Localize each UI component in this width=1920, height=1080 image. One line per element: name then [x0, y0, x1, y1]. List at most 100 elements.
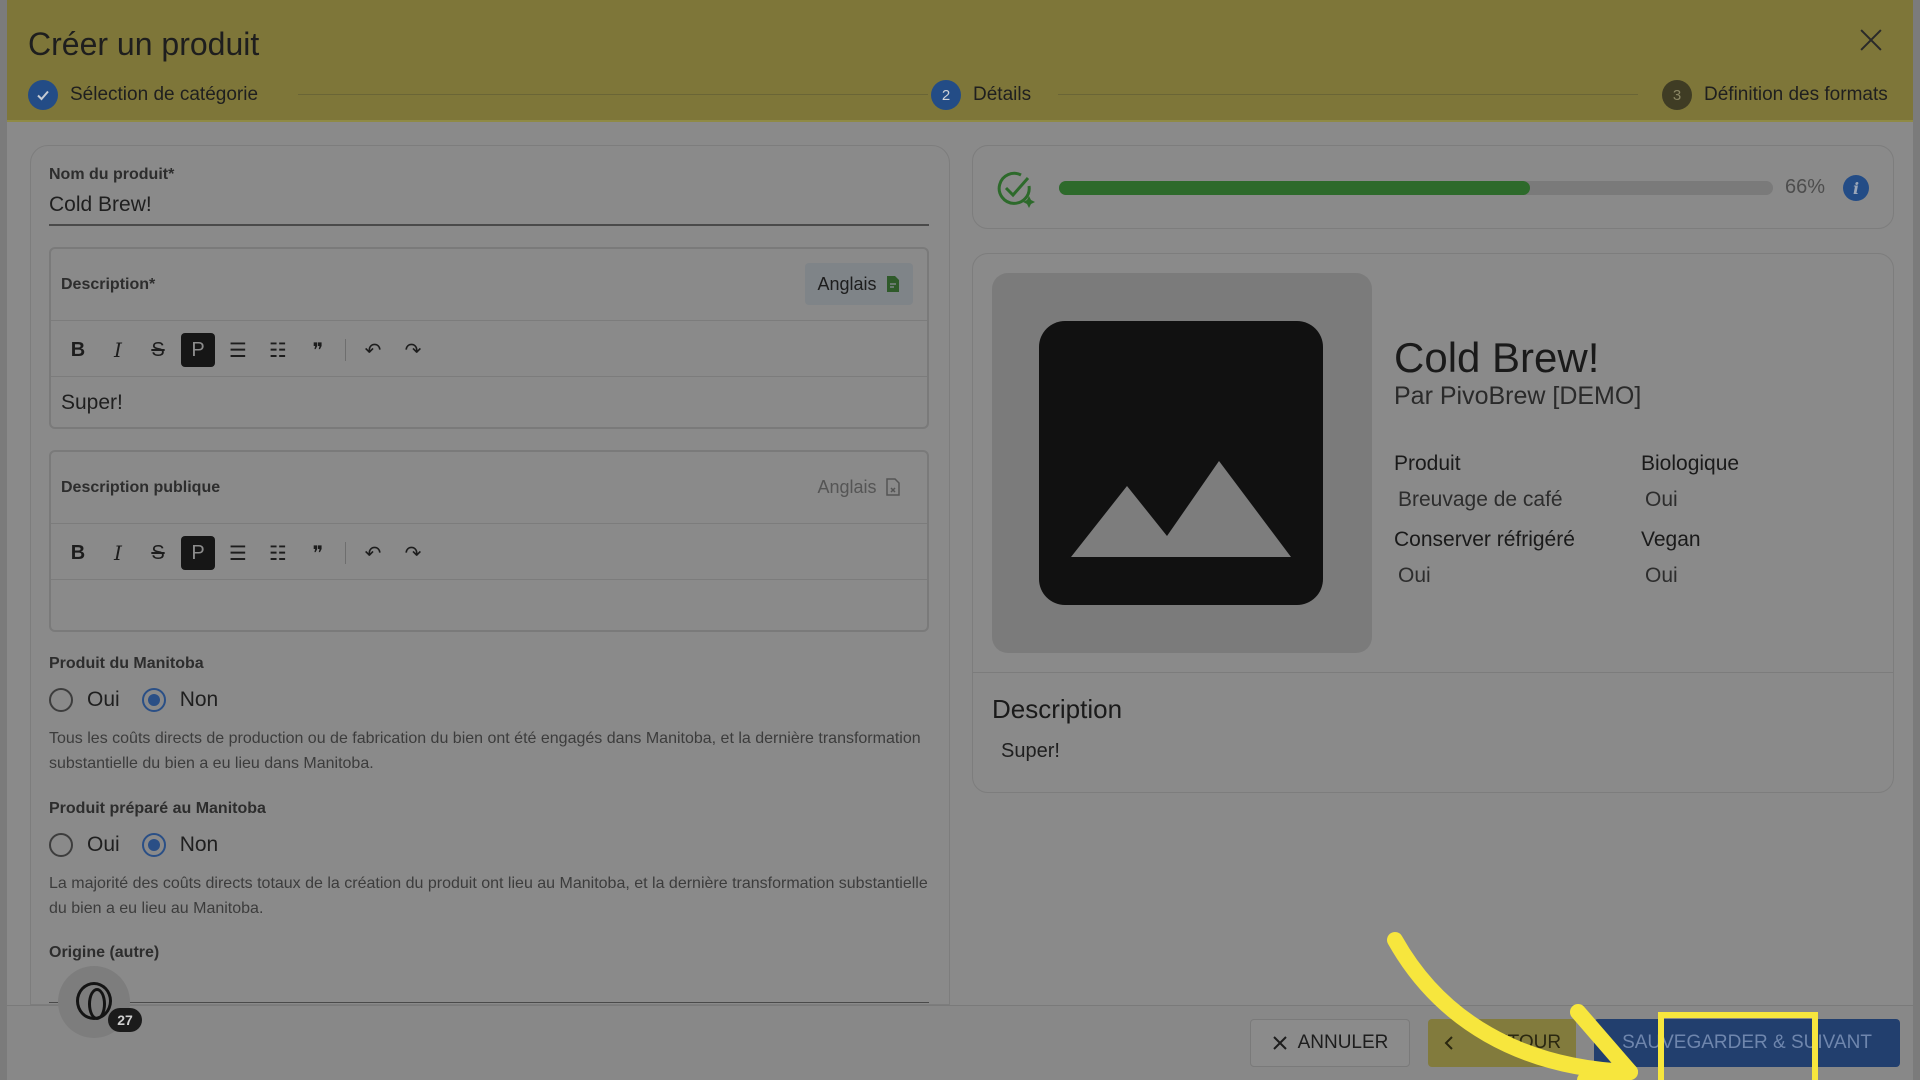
completion-card: 66% i: [972, 145, 1894, 229]
origin-input[interactable]: [49, 1002, 929, 1003]
product-preview-card: Cold Brew! Par PivoBrew [DEMO] Produit B…: [972, 253, 1894, 793]
editor-toolbar: B I S P ☰ ☷ ❞ ↶ ↷: [51, 321, 927, 377]
divider: [973, 672, 1893, 673]
bullet-list-icon[interactable]: ☰: [221, 333, 255, 367]
chevron-left-icon: [1444, 1036, 1453, 1050]
attr-value: Breuvage de café: [1398, 488, 1563, 511]
attr-label: Conserver réfrigéré: [1394, 528, 1575, 551]
image-icon: [1039, 321, 1323, 605]
public-description-editor: Description publique Anglais B I S P ☰ ☷…: [49, 450, 929, 632]
preview-description-text: Super!: [1001, 740, 1060, 762]
radio-oui[interactable]: [49, 688, 73, 712]
italic-button[interactable]: I: [101, 536, 135, 570]
bold-button[interactable]: B: [61, 536, 95, 570]
step-label: Sélection de catégorie: [70, 84, 259, 105]
toolbar-divider: [345, 542, 346, 564]
public-description-label: Description publique: [61, 479, 221, 496]
italic-button[interactable]: I: [101, 333, 135, 367]
radio-non[interactable]: [141, 833, 166, 857]
redo-icon[interactable]: ↷: [396, 333, 430, 367]
stepper: Sélection de catégorie 2 Détails 3 Défin…: [28, 80, 1900, 110]
radio-oui[interactable]: [49, 833, 73, 857]
manitoba-prepared-radios: Oui Non: [49, 833, 218, 857]
notification-badge: 27: [108, 1008, 142, 1032]
manitoba-prepared-hint: La majorité des coûts directs totaux de …: [49, 875, 928, 917]
product-image-placeholder[interactable]: [992, 273, 1372, 653]
progress-fill: [1059, 181, 1531, 195]
check-icon: [28, 80, 58, 110]
origin-label: Origine (autre): [49, 944, 160, 961]
bold-button[interactable]: B: [61, 333, 95, 367]
radio-non[interactable]: [141, 688, 166, 712]
description-label: Description*: [61, 276, 156, 293]
modal-header: Créer un produit Sélection de catégorie …: [7, 0, 1913, 122]
paragraph-button[interactable]: P: [181, 333, 215, 367]
ordered-list-icon[interactable]: ☷: [261, 333, 295, 367]
step-connector: [1058, 94, 1638, 95]
step-number: 2: [931, 80, 961, 110]
quote-icon[interactable]: ❞: [301, 536, 335, 570]
progress-bar: [1059, 181, 1773, 195]
back-button[interactable]: ETOUR: [1428, 1019, 1576, 1067]
undo-icon[interactable]: ↶: [356, 333, 390, 367]
description-editor: Description* Anglais B I S P ☰ ☷ ❞ ↶ ↷ S…: [49, 247, 929, 429]
radio-label: Non: [179, 688, 219, 711]
logo-icon: [76, 982, 112, 1020]
attr-value: Oui: [1645, 564, 1678, 587]
close-icon: [1272, 1036, 1287, 1050]
toolbar-divider: [345, 339, 346, 361]
attr-label: Produit: [1394, 452, 1461, 475]
tutorial-highlight: [1658, 1012, 1818, 1080]
close-icon[interactable]: [1857, 26, 1885, 54]
translate-doc-icon: [886, 276, 899, 292]
attr-value: Oui: [1398, 564, 1431, 587]
page-title: Créer un produit: [28, 26, 260, 62]
step-label: Définition des formats: [1704, 84, 1888, 105]
radio-label: Oui: [87, 833, 120, 856]
cancel-label: ANNULER: [1297, 1032, 1389, 1053]
editor-header: Description* Anglais: [51, 249, 927, 321]
step-category[interactable]: Sélection de catégorie: [28, 80, 258, 110]
attr-label: Vegan: [1641, 528, 1701, 551]
product-name-label: Nom du produit*: [49, 166, 175, 183]
redo-icon[interactable]: ↷: [396, 536, 430, 570]
product-name-underline: [49, 224, 929, 226]
preview-product-name: Cold Brew!: [1394, 334, 1600, 381]
ordered-list-icon[interactable]: ☷: [261, 536, 295, 570]
info-icon[interactable]: i: [1843, 175, 1869, 201]
step-formats[interactable]: 3 Définition des formats: [1662, 80, 1888, 110]
preview-producer: Par PivoBrew [DEMO]: [1394, 382, 1642, 410]
strike-button[interactable]: S: [141, 536, 175, 570]
manitoba-product-hint: Tous les coûts directs de production ou …: [49, 730, 921, 772]
language-button[interactable]: Anglais: [805, 263, 913, 305]
back-label: ETOUR: [1494, 1032, 1562, 1053]
language-label: Anglais: [817, 273, 877, 294]
step-number: 3: [1662, 80, 1692, 110]
manitoba-prepared-label: Produit préparé au Manitoba: [49, 800, 266, 817]
editor-header: Description publique Anglais: [51, 452, 927, 524]
editor-toolbar: B I S P ☰ ☷ ❞ ↶ ↷: [51, 524, 927, 580]
radio-label: Non: [179, 833, 219, 856]
progress-percent: 66%: [1785, 176, 1826, 198]
description-content[interactable]: Super!: [61, 391, 123, 415]
verified-icon: [997, 171, 1035, 208]
product-name-input[interactable]: Cold Brew!: [49, 193, 152, 217]
language-label: Anglais: [817, 476, 877, 497]
radio-label: Oui: [87, 688, 120, 711]
step-label: Détails: [973, 84, 1032, 105]
undo-icon[interactable]: ↶: [356, 536, 390, 570]
manitoba-product-radios: Oui Non: [49, 688, 218, 712]
language-button[interactable]: Anglais: [805, 466, 913, 508]
quote-icon[interactable]: ❞: [301, 333, 335, 367]
attr-value: Oui: [1645, 488, 1678, 511]
paragraph-button[interactable]: P: [181, 536, 215, 570]
strike-button[interactable]: S: [141, 333, 175, 367]
translate-doc-icon: [885, 478, 900, 496]
step-connector: [298, 94, 928, 95]
step-details[interactable]: 2 Détails: [931, 80, 1031, 110]
manitoba-product-label: Produit du Manitoba: [49, 655, 204, 672]
attr-label: Biologique: [1641, 452, 1740, 475]
cancel-button[interactable]: ANNULER: [1250, 1019, 1410, 1067]
bullet-list-icon[interactable]: ☰: [221, 536, 255, 570]
preview-description-title: Description: [992, 694, 1123, 724]
